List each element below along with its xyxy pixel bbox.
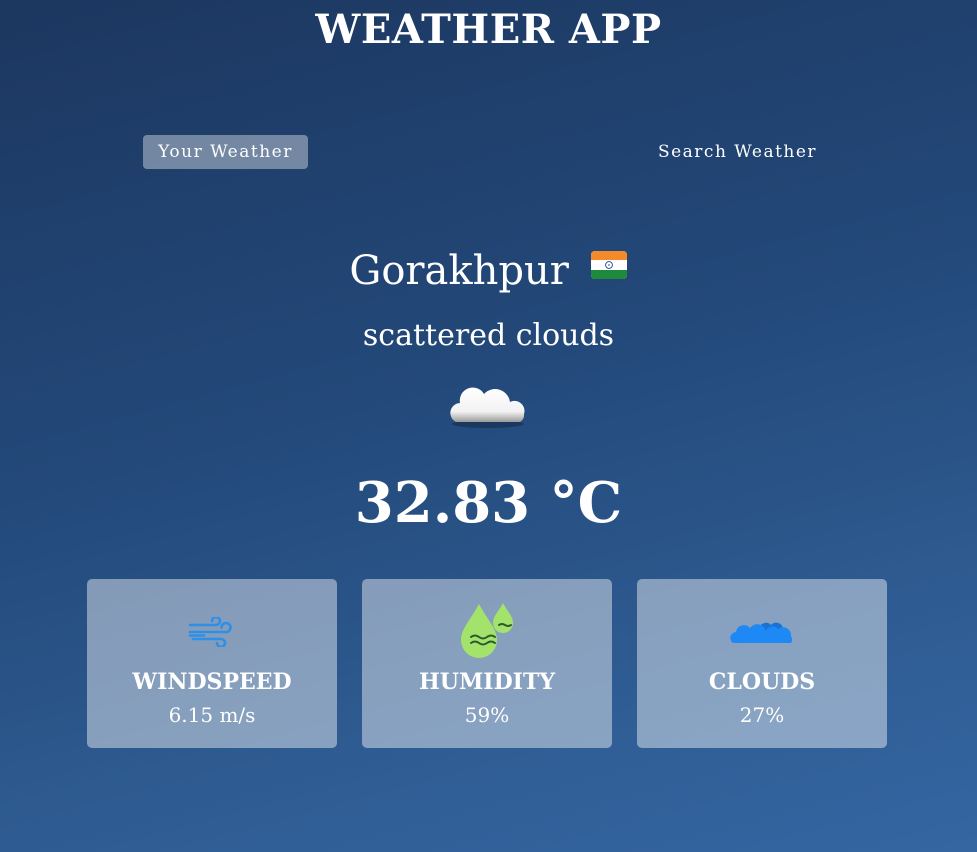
clouds-icon	[730, 622, 793, 643]
tab-your-weather[interactable]: Your Weather	[143, 135, 308, 169]
india-flag-icon	[590, 251, 627, 279]
temperature: 32.83 °C	[354, 470, 623, 536]
clouds-card: CLOUDS 27%	[637, 579, 887, 748]
windspeed-label: WINDSPEED	[132, 669, 292, 695]
location-heading: Gorakhpur	[0, 248, 977, 294]
humidity-card: HUMIDITY 59%	[362, 579, 612, 748]
city-name: Gorakhpur	[349, 248, 569, 294]
tab-search-weather[interactable]: Search Weather	[640, 135, 835, 169]
humidity-label: HUMIDITY	[418, 669, 556, 695]
cloud-icon	[450, 387, 525, 428]
wind-icon	[188, 617, 232, 647]
clouds-label: CLOUDS	[708, 669, 816, 695]
app-title: WEATHER APP	[315, 6, 662, 53]
windspeed-card: WINDSPEED 6.15 m/s	[87, 579, 337, 748]
humidity-icon	[461, 603, 513, 658]
windspeed-value: 6.15 m/s	[168, 703, 256, 727]
humidity-value: 59%	[464, 703, 510, 727]
clouds-value: 27%	[739, 703, 785, 727]
weather-condition: scattered clouds	[362, 318, 615, 353]
